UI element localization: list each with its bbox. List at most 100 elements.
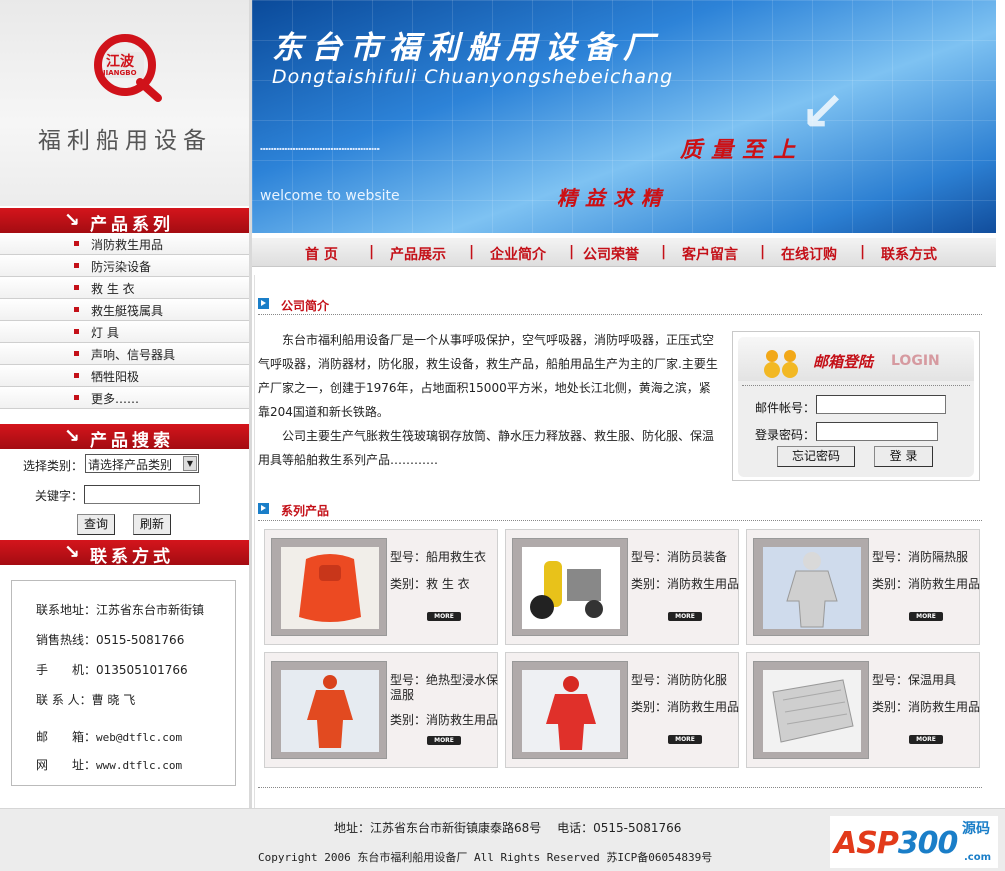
more-button[interactable]: MORE [427,612,461,621]
nav-contact[interactable]: 联系方式 [881,244,937,264]
contact-row: 销售热线：0515-5081766 [36,631,184,648]
product-card[interactable]: 型号：消防防化服 类别：消防救生用品 MORE [505,652,739,768]
product-model: 船用救生衣 [426,550,487,564]
product-card[interactable]: 型号：消防员装备 类别：消防救生用品 MORE [505,529,739,645]
more-button[interactable]: MORE [909,612,943,621]
nav-order[interactable]: 在线订购 [781,244,837,264]
product-category: 消防救生用品 [908,700,981,714]
arrow-down-right-icon: ↘ [64,209,80,231]
contact-value: 0515-5081766 [96,633,185,647]
watermark-text-a: ASP [834,826,899,861]
category-item[interactable]: 更多…… [0,387,250,409]
category-item[interactable]: 声响、信号器具 [0,343,250,365]
intro-paragraph: 公司主要生产气胀救生筏玻璃钢存放筒、静水压力释放器、救生服、防化服、保温用具等船… [258,429,715,467]
login-title: 邮箱登陆 [813,353,874,371]
nav-honors[interactable]: 公司荣誉 [583,244,639,264]
model-prefix: 型号： [390,673,427,687]
product-category: 消防救生用品 [667,577,740,591]
contact-value: 曹 晓 飞 [91,693,136,707]
nav-about[interactable]: 企业简介 [490,244,546,264]
watermark-cn: 源码 [962,821,990,837]
login-panel: 邮箱登陆 LOGIN 邮件帐号： 登录密码： 忘记密码 登 录 [738,337,974,477]
more-button[interactable]: MORE [668,612,702,621]
contact-row: 手 机：013505101766 [36,661,188,678]
keyword-label: 关键字： [35,489,84,503]
product-photo [281,547,379,629]
contact-label: 手 机： [36,663,97,677]
logo-tagline: 福利船用设备 [38,128,212,154]
more-button[interactable]: MORE [427,736,461,745]
category-label: 灯 具 [91,326,119,340]
product-photo [763,547,861,629]
nav-separator: | [860,244,866,260]
product-card[interactable]: 型号：消防隔热服 类别：消防救生用品 MORE [746,529,980,645]
category-label: 防污染设备 [91,260,152,274]
nav-separator: | [661,244,667,260]
category-label: 消防救生用品 [91,238,164,252]
contact-box: 联系地址：江苏省东台市新街镇 销售热线：0515-5081766 手 机：01350… [11,580,236,786]
product-category: 救 生 衣 [426,577,470,591]
more-button[interactable]: MORE [909,735,943,744]
nav-separator: | [469,244,475,260]
intro-text: 东台市福利船用设备厂是一个从事呼吸保护，空气呼吸器，消防呼吸器，正压式空气呼吸器… [258,328,718,472]
asp300-watermark: ASP300 源码 .com [830,816,998,868]
category-prefix: 类别： [872,700,909,714]
arrow-down-right-icon: ↘ [64,425,80,447]
category-item[interactable]: 牺牲阳极 [0,365,250,387]
nav-guestbook[interactable]: 客户留言 [682,244,738,264]
products-section-title: 产品系列 [90,215,174,235]
product-card[interactable]: 型号：绝热型浸水保温服 类别：消防救生用品 MORE [264,652,498,768]
account-input[interactable] [816,395,946,414]
category-label: 牺牲阳极 [91,370,140,384]
account-label: 邮件帐号： [755,401,816,415]
password-label: 登录密码： [755,428,816,442]
category-item[interactable]: 救 生 衣 [0,277,250,299]
sidebar: 江波 JIANGBO 福利船用设备 ↘ 产品系列 消防救生用品 防污染设备救 生 … [0,0,250,808]
nav-products[interactable]: 产品展示 [390,244,446,264]
product-category: 消防救生用品 [667,700,740,714]
product-image-frame [512,661,628,759]
model-prefix: 型号： [631,550,668,564]
banner: ▪▪▪▪▪▪▪▪▪▪▪▪▪▪▪▪▪▪▪▪▪▪▪▪▪▪▪▪▪▪▪▪▪▪▪▪▪▪▪▪… [252,0,996,233]
contact-value[interactable]: web@dtflc.com [96,731,182,744]
nav-home[interactable]: 首 页 [305,244,338,264]
category-item[interactable]: 救生艇筏属具 [0,299,250,321]
product-card[interactable]: 型号：船用救生衣 类别：救 生 衣 MORE [264,529,498,645]
query-button[interactable]: 查询 [77,514,115,535]
arrow-down-right-icon: ↘ [64,541,80,563]
product-grid: 型号：船用救生衣 类别：救 生 衣 MORE 型号：消防员装备 类别：消防救生用… [264,527,982,769]
divider [258,787,982,788]
category-item[interactable]: 消防救生用品 [0,233,250,255]
product-photo [522,670,620,752]
intro-title: 公司简介 [281,299,330,313]
product-image-frame [271,538,387,636]
product-card[interactable]: 型号：保温用具 类别：消防救生用品 MORE [746,652,980,768]
chevron-down-icon: ▼ [183,456,197,471]
contact-label: 联 系 人： [36,693,92,707]
contact-label: 网 址： [36,758,97,772]
password-input[interactable] [816,422,938,441]
bullet-icon [74,307,79,312]
logo-brand-en: JIANGBO [103,69,137,77]
category-select[interactable]: 请选择产品类别 ▼ [85,454,199,473]
bullet-icon [74,285,79,290]
product-info: 型号：消防隔热服 类别：消防救生用品 [872,550,982,592]
footer-copyright: Copyright 2006 东台市福利船用设备厂 All Rights Res… [258,851,713,864]
keyword-input[interactable] [84,485,200,504]
product-info: 型号：消防员装备 类别：消防救生用品 [631,550,741,592]
contact-row: 联 系 人：曹 晓 飞 [36,691,135,708]
category-item[interactable]: 灯 具 [0,321,250,343]
category-item[interactable]: 防污染设备 [0,255,250,277]
contact-row: 联系地址：江苏省东台市新街镇 [36,601,204,618]
category-prefix: 类别： [390,713,427,727]
more-button[interactable]: MORE [668,735,702,744]
contact-value[interactable]: www.dtflc.com [96,759,182,772]
login-button[interactable]: 登 录 [874,446,933,467]
model-prefix: 型号： [390,550,427,564]
divider [258,520,982,521]
product-image-frame [512,538,628,636]
category-prefix: 类别： [631,700,668,714]
refresh-button[interactable]: 刷新 [133,514,171,535]
forgot-password-button[interactable]: 忘记密码 [777,446,855,467]
product-info: 型号：消防防化服 类别：消防救生用品 [631,673,741,715]
